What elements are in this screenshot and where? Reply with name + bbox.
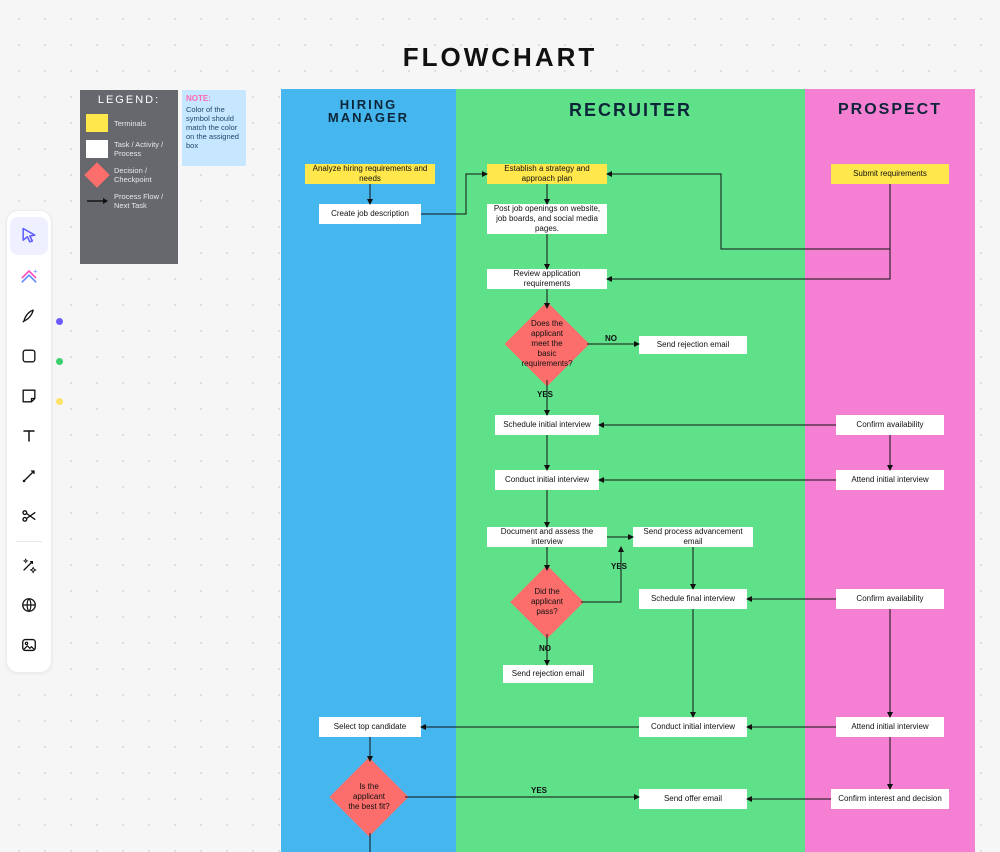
pr-confirm-2[interactable]: Confirm availability [836, 589, 944, 609]
ai-tool[interactable]: + [10, 257, 48, 295]
left-toolbar: + [6, 210, 52, 673]
text-icon [19, 426, 39, 446]
swimlanes[interactable]: HIRING MANAGER RECRUITER PROSPECT Analyz… [281, 89, 975, 852]
image-tool[interactable] [10, 626, 48, 664]
legend-swatch-terminal [86, 114, 108, 132]
rec-schedule-initial[interactable]: Schedule initial interview [495, 415, 599, 435]
connector-icon [19, 466, 39, 486]
rec-strategy-terminal[interactable]: Establish a strategy and approach plan [487, 164, 607, 184]
legend-arrow-icon [86, 196, 108, 206]
legend-label: Task / Activity / Process [114, 140, 172, 158]
page-title: FLOWCHART [0, 42, 1000, 73]
hm-best-fit-decision[interactable]: Is the applicant the best fit? [329, 757, 408, 836]
pr-confirm-3[interactable]: Confirm interest and decision [831, 789, 949, 809]
rec-conduct-final[interactable]: Conduct initial interview [639, 717, 747, 737]
rec-review-req[interactable]: Review application requirements [487, 269, 607, 289]
globe-tool[interactable] [10, 586, 48, 624]
note-heading: NOTE: [186, 94, 242, 103]
sticky-note-icon [19, 386, 39, 406]
rec-pass-decision[interactable]: Did the applicant pass? [510, 565, 584, 639]
toolbar-divider [16, 541, 42, 542]
lane-header-hm: HIRING MANAGER [281, 89, 456, 131]
shape-tool[interactable] [10, 337, 48, 375]
legend-swatch-decision [84, 162, 109, 187]
lane-header-pr: PROSPECT [805, 89, 975, 131]
pr-attend-1[interactable]: Attend initial interview [836, 470, 944, 490]
hm-create-jd[interactable]: Create job description [319, 204, 421, 224]
rec-reject-email-1[interactable]: Send rejection email [639, 336, 747, 354]
legend-swatch-task [86, 140, 108, 158]
pen-color-indicator [56, 318, 63, 325]
sparkle-stack-icon: + [19, 266, 39, 286]
scissors-icon [19, 506, 39, 526]
legend-label: Process Flow / Next Task [114, 192, 172, 210]
svg-text:+: + [33, 267, 38, 276]
cursor-icon [19, 226, 39, 246]
snippet-tool[interactable] [10, 497, 48, 535]
globe-icon [19, 595, 39, 615]
legend-row-task: Task / Activity / Process [80, 136, 178, 162]
legend-row-decision: Decision / Checkpoint [80, 162, 178, 188]
pen-icon [19, 306, 39, 326]
rec-basic-req-decision[interactable]: Does the applicant meet the basic requir… [505, 302, 590, 387]
shape-color-indicator [56, 358, 63, 365]
image-icon [19, 635, 39, 655]
rec-post-openings[interactable]: Post job openings on website, job boards… [487, 204, 607, 234]
hm-select-top[interactable]: Select top candidate [319, 717, 421, 737]
legend-title: LEGEND: [80, 90, 178, 110]
pr-submit-terminal[interactable]: Submit requirements [831, 164, 949, 184]
rec-conduct-initial[interactable]: Conduct initial interview [495, 470, 599, 490]
rounded-square-icon [19, 346, 39, 366]
rec-send-offer[interactable]: Send offer email [639, 789, 747, 809]
text-tool[interactable] [10, 417, 48, 455]
legend-label: Terminals [114, 119, 172, 128]
note-body: Color of the symbol should match the col… [186, 105, 242, 150]
legend-row-flow: Process Flow / Next Task [80, 188, 178, 214]
legend-label: Decision / Checkpoint [114, 166, 172, 184]
pr-attend-2[interactable]: Attend initial interview [836, 717, 944, 737]
sticky-tool[interactable] [10, 377, 48, 415]
sparkles-icon [19, 555, 39, 575]
legend-row-terminals: Terminals [80, 110, 178, 136]
hm-analyze-terminal[interactable]: Analyze hiring requirements and needs [305, 164, 435, 184]
lane-header-rec: RECRUITER [456, 89, 805, 131]
pen-tool[interactable] [10, 297, 48, 335]
rec-reject-email-2[interactable]: Send rejection email [503, 665, 593, 683]
legend-panel[interactable]: LEGEND: Terminals Task / Activity / Proc… [80, 90, 178, 264]
select-tool[interactable] [10, 217, 48, 255]
rec-advance-email[interactable]: Send process advancement email [633, 527, 753, 547]
rec-schedule-final[interactable]: Schedule final interview [639, 589, 747, 609]
note-card[interactable]: NOTE: Color of the symbol should match t… [182, 90, 246, 166]
rec-document-assess[interactable]: Document and assess the interview [487, 527, 607, 547]
connector-tool[interactable] [10, 457, 48, 495]
pr-confirm-1[interactable]: Confirm availability [836, 415, 944, 435]
sticky-color-indicator [56, 398, 63, 405]
magic-tool[interactable] [10, 546, 48, 584]
